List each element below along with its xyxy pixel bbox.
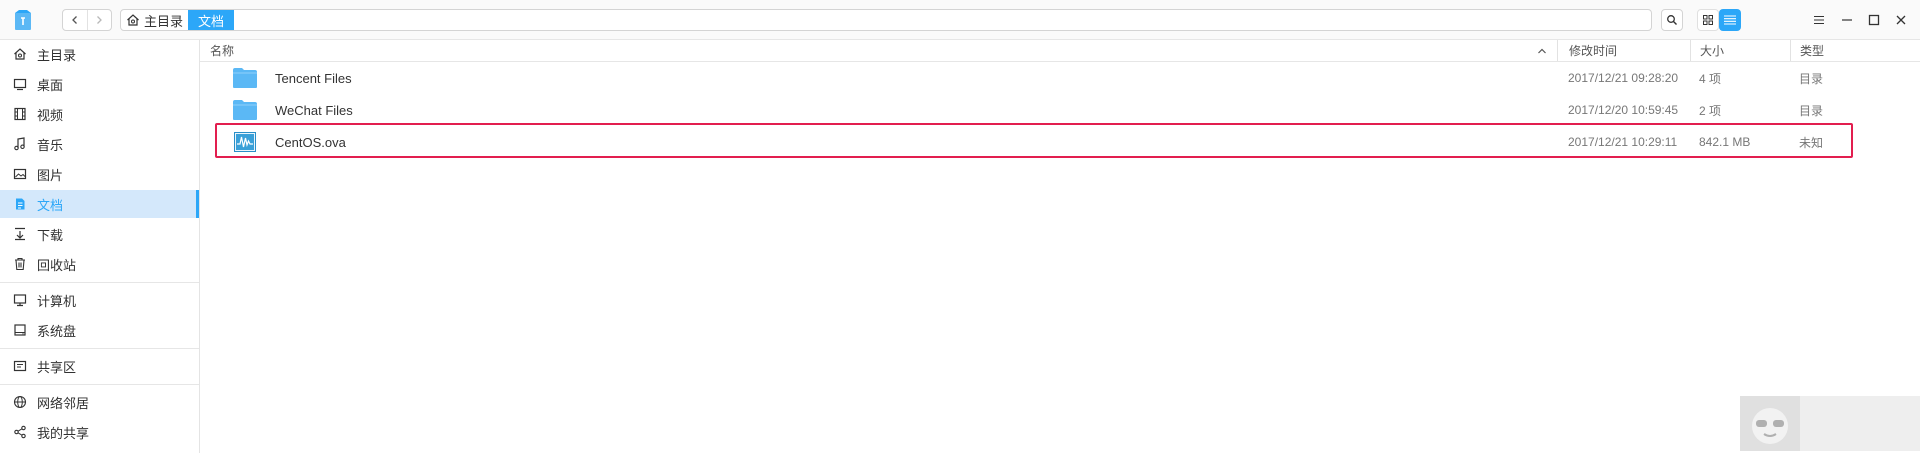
folder-icon [232, 99, 258, 121]
sidebar-item-label: 桌面 [37, 77, 64, 93]
sidebar-divider [0, 282, 199, 283]
sidebar-item-computer[interactable]: 计算机 [0, 286, 199, 314]
sidebar-item-label: 主目录 [37, 47, 77, 63]
highlight-annotation-box [215, 123, 1853, 158]
sidebar-item-desktop[interactable]: 桌面 [0, 70, 199, 98]
minimize-icon [1842, 19, 1852, 21]
main-menu-button[interactable] [1809, 10, 1829, 30]
sidebar-item-label: 计算机 [37, 293, 77, 309]
sidebar-item-label: 系统盘 [37, 323, 77, 339]
file-modified: 2017/12/21 09:28:20 [1568, 71, 1679, 85]
sidebar-item-label: 文档 [37, 197, 64, 213]
file-row[interactable]: WeChat Files 2017/12/20 10:59:45 2 项 目录 [200, 94, 1920, 126]
close-icon [1896, 15, 1906, 25]
sidebar-item-label: 下载 [37, 227, 64, 243]
sidebar: 主目录 桌面 视频 音乐 图片 文档 下载 回收站 计算机 系统盘 共享区 网络… [0, 40, 200, 453]
column-header-type[interactable]: 类型 [1790, 40, 1920, 61]
file-view: 名称 修改时间 大小 类型 Tencent Files 2017/12/21 0… [200, 40, 1920, 453]
sidebar-divider [0, 384, 199, 385]
sidebar-item-label: 图片 [37, 167, 64, 183]
home-icon [127, 14, 139, 26]
search-button[interactable] [1661, 9, 1683, 31]
network-icon [12, 394, 28, 410]
forward-button[interactable] [86, 10, 112, 30]
grid-view-icon [1703, 15, 1713, 25]
file-size: 4 项 [1699, 71, 1722, 86]
column-header-label: 名称 [210, 44, 235, 58]
folder-icon [232, 67, 258, 89]
watermark-badge [1740, 396, 1920, 451]
list-view-button[interactable] [1719, 9, 1741, 31]
navigation-buttons [62, 9, 112, 31]
music-icon [12, 136, 28, 152]
sidebar-item-label: 视频 [37, 107, 64, 123]
sidebar-item-label: 我的共享 [37, 425, 90, 441]
sidebar-item-music[interactable]: 音乐 [0, 130, 199, 158]
file-size: 2 项 [1699, 103, 1722, 118]
maximize-button[interactable] [1864, 10, 1884, 30]
sort-ascending-icon[interactable] [1534, 40, 1550, 61]
my-share-icon [12, 424, 28, 440]
home-icon [12, 46, 28, 62]
address-bar[interactable]: 主目录 文档 [120, 9, 1652, 31]
sidebar-item-label: 音乐 [37, 137, 64, 153]
minimize-button[interactable] [1837, 10, 1857, 30]
sidebar-item-my-shares[interactable]: 我的共享 [0, 418, 199, 446]
sidebar-item-videos[interactable]: 视频 [0, 100, 199, 128]
column-header-row: 名称 修改时间 大小 类型 [200, 40, 1920, 62]
column-header-label: 修改时间 [1569, 44, 1618, 58]
file-type: 目录 [1799, 103, 1824, 118]
column-header-label: 大小 [1700, 44, 1725, 58]
chevron-right-icon [97, 16, 103, 24]
sidebar-item-label: 网络邻居 [37, 395, 90, 411]
sidebar-item-system-disk[interactable]: 系统盘 [0, 316, 199, 344]
maximize-icon [1868, 14, 1880, 26]
share-area-icon [12, 358, 28, 374]
breadcrumb-home-label: 主目录 [144, 13, 184, 29]
video-icon [12, 106, 28, 122]
sidebar-item-home[interactable]: 主目录 [0, 40, 199, 68]
picture-icon [12, 166, 28, 182]
sidebar-item-label: 回收站 [37, 257, 77, 273]
desktop-icon [12, 76, 28, 92]
mascot-face-icon [1740, 396, 1800, 451]
column-header-label: 类型 [1800, 44, 1825, 58]
computer-icon [12, 292, 28, 308]
sidebar-item-network[interactable]: 网络邻居 [0, 388, 199, 416]
list-view-icon [1724, 15, 1736, 25]
back-button[interactable] [63, 10, 87, 30]
trash-icon [12, 256, 28, 272]
column-header-size[interactable]: 大小 [1690, 40, 1790, 61]
close-button[interactable] [1891, 10, 1911, 30]
sidebar-item-share-area[interactable]: 共享区 [0, 352, 199, 380]
breadcrumb-documents[interactable]: 文档 [188, 10, 235, 30]
column-header-modified[interactable]: 修改时间 [1557, 40, 1690, 61]
title-bar: 主目录 文档 [0, 0, 1920, 40]
download-icon [12, 226, 28, 242]
hamburger-menu-icon [1814, 15, 1824, 25]
sidebar-item-pictures[interactable]: 图片 [0, 160, 199, 188]
file-modified: 2017/12/20 10:59:45 [1568, 103, 1679, 117]
document-icon [12, 196, 28, 212]
sidebar-divider [0, 348, 199, 349]
breadcrumb-home[interactable]: 主目录 [121, 10, 188, 30]
file-name: Tencent Files [275, 70, 352, 86]
sidebar-item-documents[interactable]: 文档 [0, 190, 199, 218]
file-manager-logo-icon [13, 9, 33, 31]
breadcrumb-documents-label: 文档 [198, 13, 225, 29]
file-row[interactable]: Tencent Files 2017/12/21 09:28:20 4 项 目录 [200, 62, 1920, 94]
sidebar-item-downloads[interactable]: 下载 [0, 220, 199, 248]
search-icon [1667, 15, 1677, 25]
icon-view-button[interactable] [1697, 9, 1719, 31]
sidebar-item-label: 共享区 [37, 359, 77, 375]
sidebar-item-trash[interactable]: 回收站 [0, 250, 199, 278]
column-header-name[interactable]: 名称 [210, 40, 1557, 61]
file-name: WeChat Files [275, 102, 353, 118]
file-type: 目录 [1799, 71, 1824, 86]
address-bar-empty-area[interactable] [234, 10, 1651, 30]
chevron-left-icon [71, 16, 77, 24]
disk-icon [12, 322, 28, 338]
